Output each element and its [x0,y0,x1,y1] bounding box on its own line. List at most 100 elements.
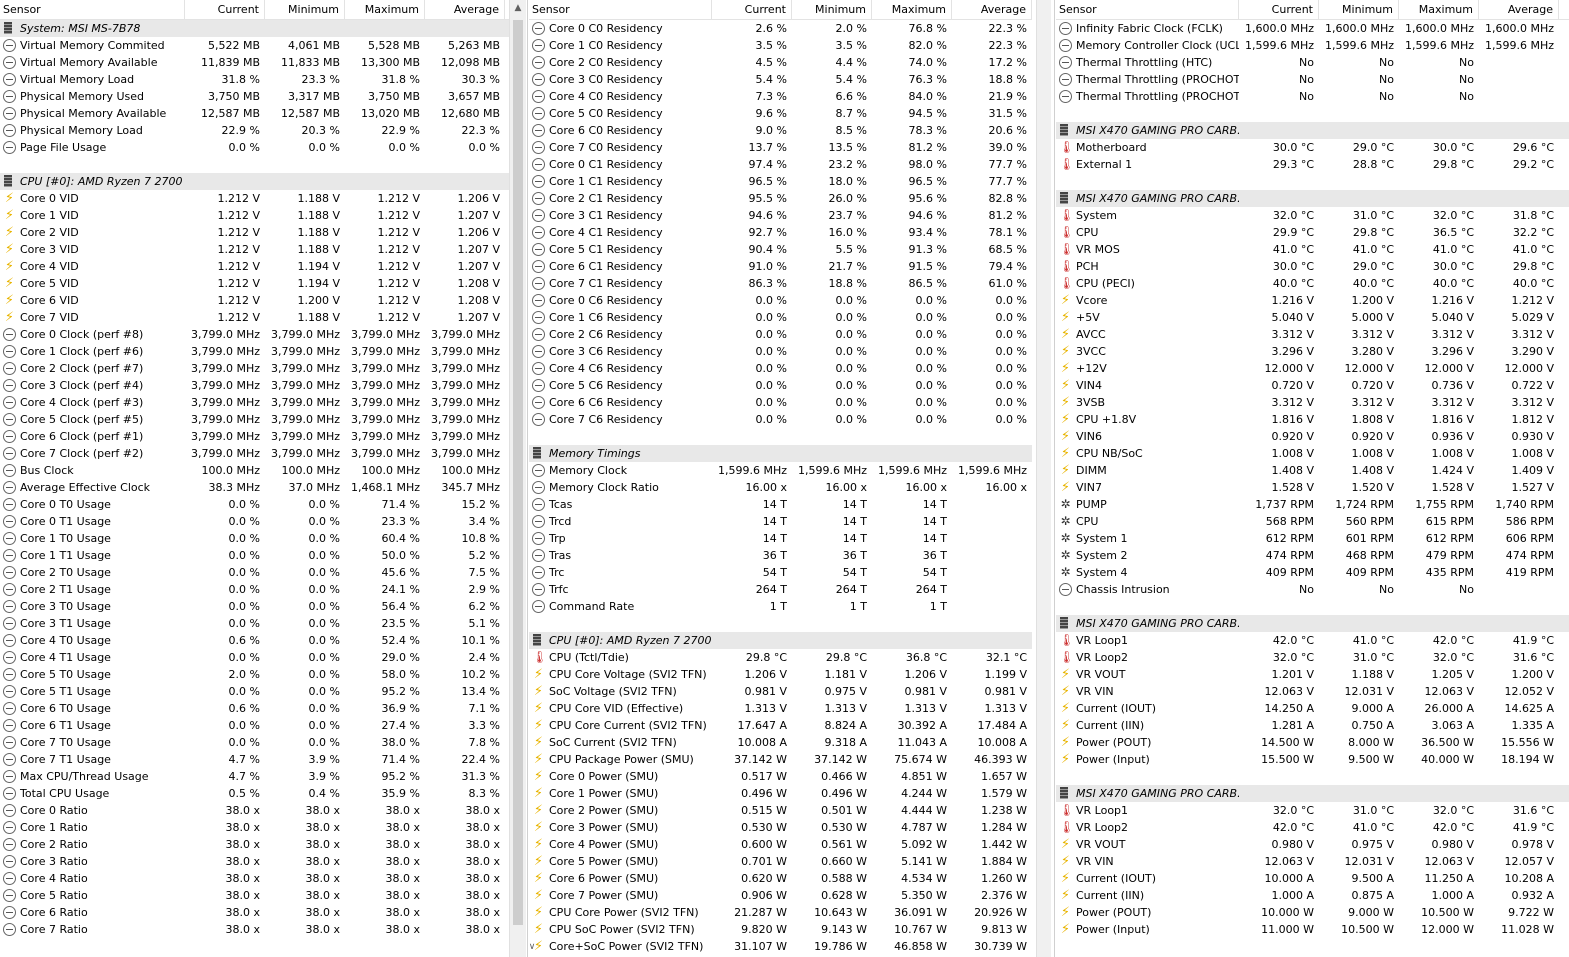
column-header-minimum[interactable]: Minimum [792,0,872,19]
sensor-row[interactable]: Average Effective Clock 38.3 MHz 37.0 MHz 1… [0,479,509,496]
sensor-row[interactable]: Core 2 C0 Residency 4.5 % 4.4 % 74.0 % 17.2 … [529,54,1032,71]
sensor-group-header[interactable]: Memory Timings [529,445,1032,462]
sensor-row[interactable]: Thermal Throttling (PROCHOT ... No No No [1056,88,1569,105]
sensor-row[interactable]: Physical Memory Load 22.9 % 20.3 % 22.9 % 22… [0,122,509,139]
sensor-row[interactable]: Virtual Memory Available 11,839 MB 11,833 … [0,54,509,71]
sensor-row[interactable]: Core 0 C6 Residency 0.0 % 0.0 % 0.0 % 0.0 % [529,292,1032,309]
sensor-row[interactable]: ⚡ CPU SoC Power (SVI2 TFN) 9.820 W 9.143 W 1… [529,921,1032,938]
sensor-row[interactable]: ⚡ CPU Core VID (Effective) 1.313 V 1.313 V 1… [529,700,1032,717]
sensor-row[interactable]: ⚡ Core 5 Power (SMU) 0.701 W 0.660 W 5.141 W… [529,853,1032,870]
column-header-current[interactable]: Current [712,0,792,19]
sensor-row[interactable]: Core 6 Clock (perf #1) 3,799.0 MHz 3,799.0… [0,428,509,445]
sensor-row[interactable]: Physical Memory Available 12,587 MB 12,587… [0,105,509,122]
scroll-thumb[interactable] [513,20,523,925]
sensor-row[interactable]: ⚡ 3VCC 3.296 V 3.280 V 3.296 V 3.290 V [1056,343,1569,360]
sensor-row[interactable]: Core 1 Ratio 38.0 x 38.0 x 38.0 x 38.0 x [0,819,509,836]
sensor-row[interactable]: Core 6 C6 Residency 0.0 % 0.0 % 0.0 % 0.0 % [529,394,1032,411]
sensor-row[interactable]: ⚡ Core 1 VID 1.212 V 1.188 V 1.212 V 1.207 V [0,207,509,224]
sensor-row[interactable]: Core 0 T1 Usage 0.0 % 0.0 % 23.3 % 3.4 % [0,513,509,530]
sensor-row[interactable]: ✲ System 1 612 RPM 601 RPM 612 RPM 606 RPM [1056,530,1569,547]
sensor-row[interactable]: ⚡ Power (Input) 11.000 W 10.500 W 12.000 W 11… [1056,921,1569,938]
column-header-maximum[interactable]: Maximum [1399,0,1479,19]
sensor-row[interactable]: ⚡ Core 2 Power (SMU) 0.515 W 0.501 W 4.444 W… [529,802,1032,819]
sensor-row[interactable]: Core 1 T1 Usage 0.0 % 0.0 % 50.0 % 5.2 % [0,547,509,564]
sensor-row[interactable]: Core 6 T0 Usage 0.6 % 0.0 % 36.9 % 7.1 % [0,700,509,717]
sensor-row[interactable]: ✲ PUMP 1,737 RPM 1,724 RPM 1,755 RPM 1,740 RP… [1056,496,1569,513]
sensor-row[interactable]: 🌡 Motherboard 30.0 °C 29.0 °C 30.0 °C 29.6 °C [1056,139,1569,156]
sensor-row[interactable]: 🌡 CPU (PECI) 40.0 °C 40.0 °C 40.0 °C 40.0 °C [1056,275,1569,292]
sensor-row[interactable]: Trcd 14 T 14 T 14 T [529,513,1032,530]
sensor-row[interactable]: 🌡 CPU (Tctl/Tdie) 29.8 °C 29.8 °C 36.8 °C 32.… [529,649,1032,666]
column-header-sensor[interactable]: Sensor [529,0,712,19]
sensor-row[interactable]: Core 3 C6 Residency 0.0 % 0.0 % 0.0 % 0.0 % [529,343,1032,360]
sensor-row[interactable]: ⚡ Power (POUT) 10.000 W 9.000 W 10.500 W 9.72… [1056,904,1569,921]
sensor-row[interactable]: ⚡ VR VOUT 0.980 V 0.975 V 0.980 V 0.978 V [1056,836,1569,853]
sensor-row[interactable]: Tras 36 T 36 T 36 T [529,547,1032,564]
sensor-row[interactable]: ⚡ CPU Core Voltage (SVI2 TFN) 1.206 V 1.181… [529,666,1032,683]
sensor-row[interactable]: ✲ System 4 409 RPM 409 RPM 435 RPM 419 RPM [1056,564,1569,581]
sensor-row[interactable]: ⚡ Core+SoC Power (SVI2 TFN) 31.107 W 19.786… [529,938,1032,955]
sensor-row[interactable]: ⚡ Core 6 VID 1.212 V 1.200 V 1.212 V 1.208 V [0,292,509,309]
column-header-average[interactable]: Average [1479,0,1559,19]
scroll-up-arrow-icon[interactable]: ▲ [510,0,526,17]
sensor-row[interactable]: ⚡ VIN6 0.920 V 0.920 V 0.936 V 0.930 V [1056,428,1569,445]
sensor-row[interactable]: Core 6 C1 Residency 91.0 % 21.7 % 91.5 % 79.… [529,258,1032,275]
sensor-group-header[interactable]: System: MSI MS-7B78 [0,20,509,37]
sensor-row[interactable]: ✲ CPU 568 RPM 560 RPM 615 RPM 586 RPM [1056,513,1569,530]
sensor-row[interactable]: Core 4 C0 Residency 7.3 % 6.6 % 84.0 % 21.9 … [529,88,1032,105]
sensor-row[interactable]: Core 2 Clock (perf #7) 3,799.0 MHz 3,799.0… [0,360,509,377]
sensor-row[interactable]: ⚡ Core 4 VID 1.212 V 1.194 V 1.212 V 1.207 V [0,258,509,275]
sensor-row[interactable]: Core 5 T1 Usage 0.0 % 0.0 % 95.2 % 13.4 % [0,683,509,700]
sensor-row[interactable]: Core 1 Clock (perf #6) 3,799.0 MHz 3,799.0… [0,343,509,360]
sensor-row[interactable]: Bus Clock 100.0 MHz 100.0 MHz 100.0 MHz 100.… [0,462,509,479]
sensor-row[interactable]: Core 4 C6 Residency 0.0 % 0.0 % 0.0 % 0.0 % [529,360,1032,377]
scrollbar-panel-1[interactable]: ▲ [509,0,526,957]
sensor-panel-2[interactable]: Sensor Current Minimum Maximum Average C… [529,0,1032,957]
sensor-row[interactable]: Core 3 Clock (perf #4) 3,799.0 MHz 3,799.0… [0,377,509,394]
sensor-row[interactable]: ⚡ VR VIN 12.063 V 12.031 V 12.063 V 12.052 V [1056,683,1569,700]
sensor-row[interactable]: ⚡ Vcore 1.216 V 1.200 V 1.216 V 1.212 V [1056,292,1569,309]
sensor-row[interactable]: Core 7 T0 Usage 0.0 % 0.0 % 38.0 % 7.8 % [0,734,509,751]
sensor-row[interactable]: Total CPU Usage 0.5 % 0.4 % 35.9 % 8.3 % [0,785,509,802]
sensor-row[interactable]: ⚡ Core 1 Power (SMU) 0.496 W 0.496 W 4.244 W… [529,785,1032,802]
sensor-row[interactable]: ⚡ Core 3 VID 1.212 V 1.188 V 1.212 V 1.207 V [0,241,509,258]
sensor-row[interactable]: Core 7 C1 Residency 86.3 % 18.8 % 86.5 % 61.… [529,275,1032,292]
sensor-row[interactable]: Core 2 Ratio 38.0 x 38.0 x 38.0 x 38.0 x [0,836,509,853]
column-header-average[interactable]: Average [952,0,1032,19]
sensor-panel-1[interactable]: Sensor Current Minimum Maximum Average S… [0,0,509,957]
sensor-row[interactable]: ⚡ Power (POUT) 14.500 W 8.000 W 36.500 W 15.5… [1056,734,1569,751]
sensor-row[interactable]: Core 5 T0 Usage 2.0 % 0.0 % 58.0 % 10.2 % [0,666,509,683]
sensor-row[interactable]: Core 3 C0 Residency 5.4 % 5.4 % 76.3 % 18.8 … [529,71,1032,88]
sensor-row[interactable]: Core 6 T1 Usage 0.0 % 0.0 % 27.4 % 3.3 % [0,717,509,734]
sensor-panel-3[interactable]: Sensor Current Minimum Maximum Average I… [1056,0,1569,957]
column-header-maximum[interactable]: Maximum [345,0,425,19]
sensor-row[interactable]: Core 5 C6 Residency 0.0 % 0.0 % 0.0 % 0.0 % [529,377,1032,394]
sensor-row[interactable]: Core 2 C6 Residency 0.0 % 0.0 % 0.0 % 0.0 % [529,326,1032,343]
sensor-row[interactable]: 🌡 External 1 29.3 °C 28.8 °C 29.8 °C 29.2 °C [1056,156,1569,173]
column-header-minimum[interactable]: Minimum [1319,0,1399,19]
sensor-row[interactable]: Core 4 T0 Usage 0.6 % 0.0 % 52.4 % 10.1 % [0,632,509,649]
sensor-row[interactable]: Core 4 T1 Usage 0.0 % 0.0 % 29.0 % 2.4 % [0,649,509,666]
sensor-row[interactable]: ⚡ CPU Core Power (SVI2 TFN) 21.287 W 10.643… [529,904,1032,921]
sensor-row[interactable]: ⚡ VIN7 1.528 V 1.520 V 1.528 V 1.527 V [1056,479,1569,496]
column-header-current[interactable]: Current [185,0,265,19]
sensor-row[interactable]: ⚡ Core 7 Power (SMU) 0.906 W 0.628 W 5.350 W… [529,887,1032,904]
sensor-row[interactable]: Core 3 T0 Usage 0.0 % 0.0 % 56.4 % 6.2 % [0,598,509,615]
sensor-row[interactable]: Core 1 C0 Residency 3.5 % 3.5 % 82.0 % 22.3 … [529,37,1032,54]
sensor-row[interactable]: ⚡ Power (Input) 15.500 W 9.500 W 40.000 W 18.… [1056,751,1569,768]
sensor-row[interactable]: ⚡ VIN4 0.720 V 0.720 V 0.736 V 0.722 V [1056,377,1569,394]
sensor-row[interactable]: Memory Clock Ratio 16.00 x 16.00 x 16.00 x 1… [529,479,1032,496]
sensor-row[interactable]: 🌡 VR MOS 41.0 °C 41.0 °C 41.0 °C 41.0 °C [1056,241,1569,258]
sensor-row[interactable]: Core 5 Ratio 38.0 x 38.0 x 38.0 x 38.0 x [0,887,509,904]
sensor-row[interactable]: 🌡 PCH 30.0 °C 29.0 °C 30.0 °C 29.8 °C [1056,258,1569,275]
sensor-row[interactable]: Core 7 Clock (perf #2) 3,799.0 MHz 3,799.0… [0,445,509,462]
sensor-row[interactable]: ⚡ Core 3 Power (SMU) 0.530 W 0.530 W 4.787 W… [529,819,1032,836]
sensor-row[interactable]: 🌡 VR Loop2 42.0 °C 41.0 °C 42.0 °C 41.9 °C [1056,819,1569,836]
sensor-row[interactable]: Thermal Throttling (HTC) No No No [1056,54,1569,71]
sensor-row[interactable]: Core 3 T1 Usage 0.0 % 0.0 % 23.5 % 5.1 % [0,615,509,632]
sensor-row[interactable]: ⚡ SoC Current (SVI2 TFN) 10.008 A 9.318 A 11… [529,734,1032,751]
sensor-row[interactable]: ⚡ Current (IIN) 1.281 A 0.750 A 3.063 A 1.335… [1056,717,1569,734]
sensor-row[interactable]: ⚡ Core 4 Power (SMU) 0.600 W 0.561 W 5.092 W… [529,836,1032,853]
sensor-row[interactable]: ⚡ Current (IIN) 1.000 A 0.875 A 1.000 A 0.932… [1056,887,1569,904]
sensor-row[interactable]: Core 1 T0 Usage 0.0 % 0.0 % 60.4 % 10.8 % [0,530,509,547]
